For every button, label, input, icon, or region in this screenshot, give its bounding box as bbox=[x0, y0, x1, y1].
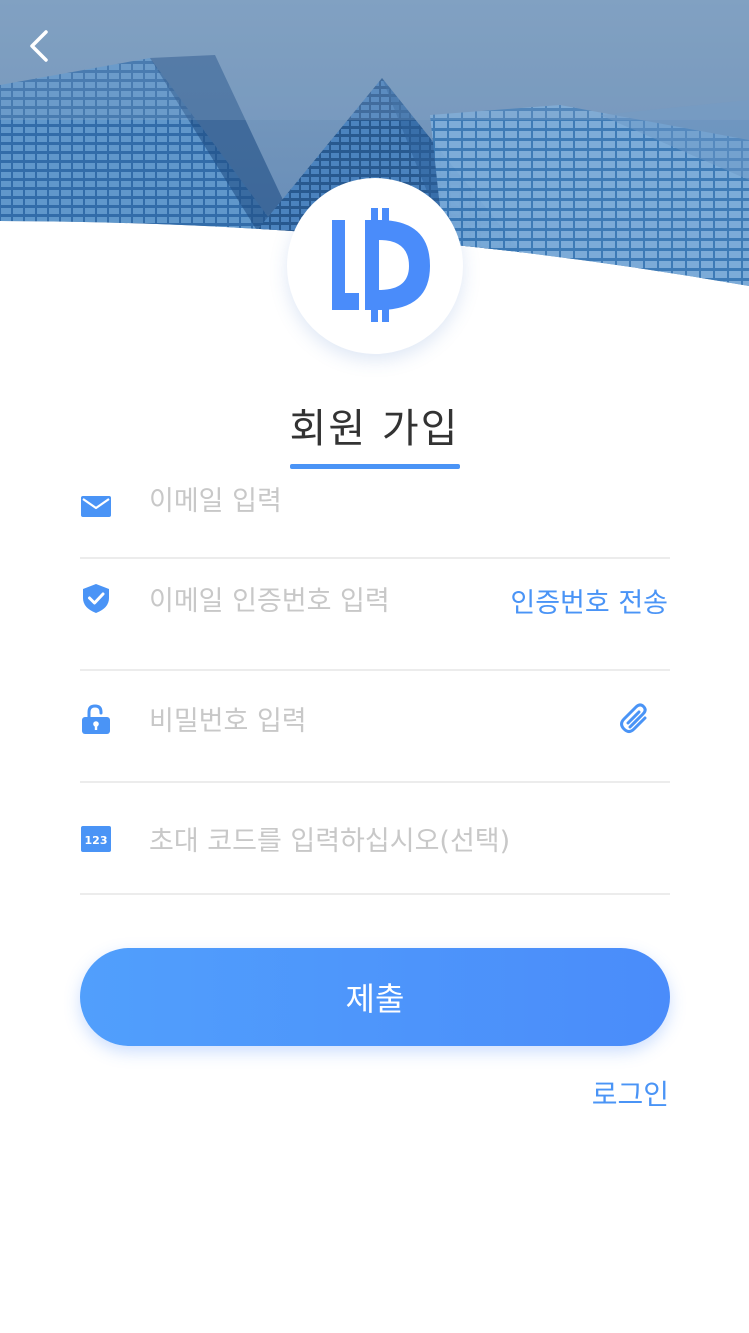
app-logo bbox=[287, 178, 463, 354]
email-input[interactable] bbox=[149, 481, 509, 521]
invite-code-input[interactable] bbox=[149, 821, 629, 861]
invite-code-row: 123 bbox=[80, 783, 670, 895]
chevron-left-icon bbox=[30, 30, 48, 62]
shield-check-icon bbox=[83, 584, 109, 613]
unlocked-padlock-icon bbox=[82, 704, 110, 734]
paperclip-icon[interactable] bbox=[618, 701, 652, 735]
email-code-input[interactable] bbox=[149, 581, 509, 621]
submit-button[interactable]: 제출 bbox=[80, 948, 670, 1046]
signup-form: 인증번호 전송 123 bbox=[80, 468, 670, 895]
email-row bbox=[80, 468, 670, 559]
page-title: 회원 가입 bbox=[289, 406, 460, 452]
email-code-row: 인증번호 전송 bbox=[80, 559, 670, 671]
back-button[interactable] bbox=[20, 26, 60, 66]
envelope-icon bbox=[81, 496, 111, 517]
login-link[interactable]: 로그인 bbox=[592, 1073, 669, 1113]
password-input[interactable] bbox=[149, 701, 509, 741]
password-row bbox=[80, 671, 670, 783]
number-123-icon: 123 bbox=[81, 826, 111, 852]
send-code-button[interactable]: 인증번호 전송 bbox=[510, 581, 668, 620]
bitcoin-logo-icon bbox=[332, 208, 430, 322]
svg-text:123: 123 bbox=[85, 834, 108, 847]
